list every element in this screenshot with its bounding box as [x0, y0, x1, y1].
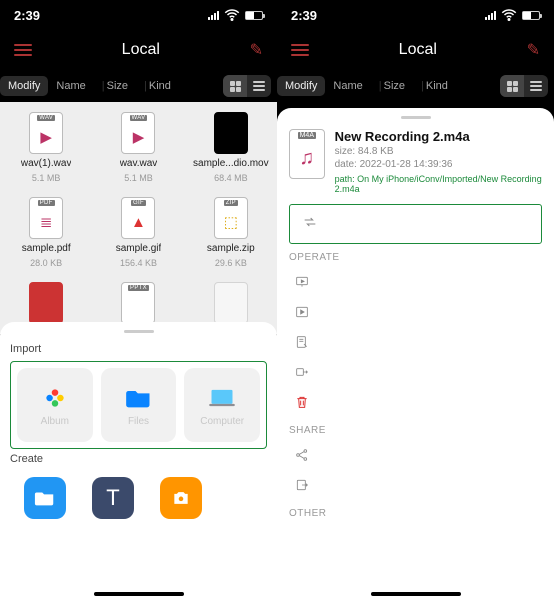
file-size: size: 84.8 KB — [335, 146, 542, 157]
status-bar: 2:39 — [277, 0, 554, 30]
presentation-icon — [293, 273, 311, 291]
grid-view-button[interactable] — [223, 75, 247, 97]
wifi-icon — [500, 6, 518, 24]
operate-move[interactable] — [289, 357, 542, 387]
file-title: New Recording 2.m4a — [335, 129, 542, 144]
signal-icon — [208, 11, 219, 20]
sort-name[interactable]: Name — [48, 76, 93, 96]
file-item[interactable]: WAV▶wav(1).wav5.1 MB — [0, 112, 92, 183]
share-action[interactable] — [289, 440, 542, 470]
view-toggle — [223, 75, 271, 97]
home-indicator[interactable] — [94, 592, 184, 596]
operate-play[interactable] — [289, 267, 542, 297]
operate-section-label: OPERATE — [289, 252, 542, 263]
file-item[interactable]: ZIP⬚sample.zip29.6 KB — [185, 197, 277, 268]
status-bar: 2:39 — [0, 0, 277, 30]
export-icon — [293, 476, 311, 494]
share-icon — [293, 446, 311, 464]
operate-delete[interactable] — [289, 387, 542, 417]
file-path: path: On My iPhone/iConv/Imported/New Re… — [335, 174, 542, 194]
file-detail-sheet: M4A ♫ New Recording 2.m4a size: 84.8 KB … — [277, 108, 554, 600]
menu-icon[interactable] — [14, 44, 32, 56]
nav-bar: Local ✎ — [0, 30, 277, 70]
list-view-button[interactable] — [247, 75, 271, 97]
computer-icon — [208, 384, 236, 412]
operate-rename[interactable] — [289, 327, 542, 357]
share-section-label: SHARE — [289, 425, 542, 436]
menu-icon[interactable] — [291, 44, 309, 56]
file-info: M4A ♫ New Recording 2.m4a size: 84.8 KB … — [289, 129, 542, 194]
trash-icon — [293, 393, 311, 411]
file-item[interactable]: GIF▲sample.gif156.4 KB — [92, 197, 184, 268]
drag-handle[interactable] — [401, 116, 431, 119]
edit-icon[interactable]: ✎ — [527, 40, 540, 60]
sort-size[interactable]: Size — [371, 76, 413, 96]
operate-preview[interactable] — [289, 297, 542, 327]
file-grid: WAV▶wav(1).wav5.1 MB WAV▶wav.wav5.1 MB s… — [0, 102, 277, 334]
folder-icon — [125, 384, 153, 412]
file-item[interactable]: PPTX — [92, 282, 184, 324]
create-section-label: Create — [10, 453, 267, 465]
filter-bar: Modify Name Size Kind — [277, 70, 554, 102]
photos-icon — [41, 384, 69, 412]
file-item[interactable]: WAV▶wav.wav5.1 MB — [92, 112, 184, 183]
sort-kind[interactable]: Kind — [136, 76, 179, 96]
battery-icon — [522, 11, 540, 20]
grid-view-button[interactable] — [500, 75, 524, 97]
import-row: Album Files Computer — [10, 361, 267, 449]
create-text-button[interactable]: T — [92, 477, 134, 519]
home-indicator[interactable] — [371, 592, 461, 596]
sort-modify[interactable]: Modify — [0, 76, 48, 96]
import-files[interactable]: Files — [101, 368, 177, 442]
import-computer[interactable]: Computer — [184, 368, 260, 442]
file-thumb: M4A ♫ — [289, 129, 325, 179]
status-indicators — [208, 6, 263, 24]
import-album[interactable]: Album — [17, 368, 93, 442]
convert-action[interactable] — [289, 204, 542, 244]
file-item[interactable]: sample...dio.mov68.4 MB — [185, 112, 277, 183]
list-view-button[interactable] — [524, 75, 548, 97]
view-toggle — [500, 75, 548, 97]
play-icon — [293, 303, 311, 321]
file-item[interactable]: PDF≣sample.pdf28.0 KB — [0, 197, 92, 268]
nav-bar: Local ✎ — [277, 30, 554, 70]
signal-icon — [485, 11, 496, 20]
status-indicators — [485, 6, 540, 24]
sort-kind[interactable]: Kind — [413, 76, 456, 96]
status-time: 2:39 — [291, 8, 317, 23]
page-title: Local — [399, 41, 437, 59]
import-section-label: Import — [10, 343, 267, 355]
page-title: Local — [122, 41, 160, 59]
sort-size[interactable]: Size — [94, 76, 136, 96]
drag-handle[interactable] — [124, 330, 154, 333]
file-item[interactable] — [0, 282, 92, 324]
create-row: T — [10, 471, 267, 525]
create-folder-button[interactable] — [24, 477, 66, 519]
edit-icon[interactable]: ✎ — [250, 40, 263, 60]
export-action[interactable] — [289, 470, 542, 500]
convert-icon — [302, 214, 318, 235]
status-time: 2:39 — [14, 8, 40, 23]
sort-modify[interactable]: Modify — [277, 76, 325, 96]
battery-icon — [245, 11, 263, 20]
file-date: date: 2022-01-28 14:39:36 — [335, 159, 542, 170]
move-icon — [293, 363, 311, 381]
wifi-icon — [223, 6, 241, 24]
other-section-label: OTHER — [289, 508, 542, 519]
music-note-icon: ♫ — [299, 139, 314, 178]
filter-bar: Modify Name Size Kind — [0, 70, 277, 102]
action-sheet: Import Album Files — [0, 322, 277, 600]
file-item[interactable] — [185, 282, 277, 324]
create-camera-button[interactable] — [160, 477, 202, 519]
edit-note-icon — [293, 333, 311, 351]
sort-name[interactable]: Name — [325, 76, 370, 96]
